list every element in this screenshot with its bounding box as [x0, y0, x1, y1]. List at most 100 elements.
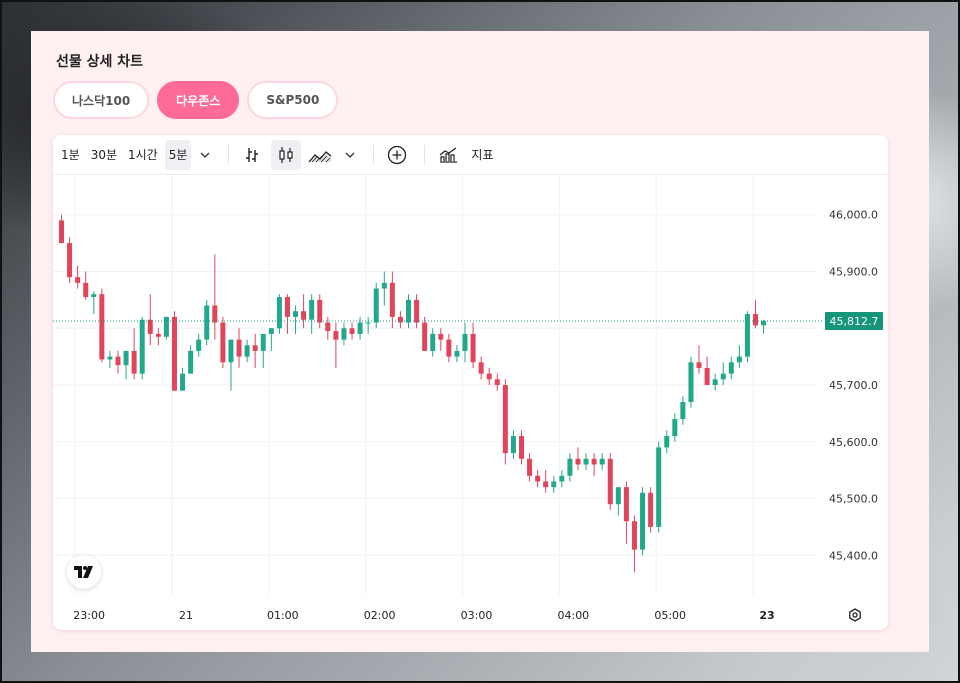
candle-body [551, 481, 557, 488]
candle-body [535, 475, 541, 482]
candle-body [761, 321, 767, 326]
candle-body [688, 362, 694, 403]
interval-30m-button[interactable]: 30분 [87, 140, 121, 170]
candle-body [720, 373, 726, 380]
candle-body [373, 288, 379, 323]
candle-body [131, 350, 137, 374]
candle-body [510, 436, 516, 454]
candle-body [406, 299, 412, 323]
x-tick-label: 03:00 [461, 609, 493, 622]
plus-circle-icon[interactable] [382, 140, 412, 170]
chart-settings-icon[interactable] [845, 605, 865, 625]
candle-body [171, 316, 177, 391]
candle-body [470, 333, 476, 363]
candle-body [139, 319, 145, 374]
chart-widget: 1분 30분 1시간 5분 지표 46,000.0 45,900.0 45,70… [53, 135, 888, 630]
toolbar-divider [373, 144, 375, 165]
candle-body [486, 373, 492, 380]
candlestick-chart[interactable]: 46,000.0 45,900.0 45,700.0 45,600.0 45,500.0… [53, 175, 888, 630]
candle-body [518, 436, 524, 459]
bar-chart-icon[interactable] [237, 140, 267, 170]
y-tick-label: 45,700.0 [829, 379, 878, 392]
candle-body [123, 350, 129, 366]
candle-body [188, 350, 194, 374]
candle-body [712, 379, 718, 385]
candle-body [567, 458, 573, 476]
chevron-down-icon[interactable] [339, 140, 361, 170]
candle-body [99, 294, 105, 360]
candle-body [204, 305, 210, 340]
candle-body [381, 282, 387, 289]
area-chart-icon[interactable] [305, 140, 335, 170]
candle-body [672, 419, 678, 437]
candle-body [753, 314, 759, 326]
current-price-label: 45,812.7 [830, 315, 879, 328]
candle-body [244, 345, 250, 357]
x-tick-label: 04:00 [557, 609, 589, 622]
candle-body [349, 328, 355, 334]
candle-body [502, 385, 508, 454]
candle-body [115, 356, 121, 366]
candle-body [615, 487, 621, 505]
x-tick-label: 21 [179, 609, 193, 622]
candle-body [357, 322, 363, 334]
candle-body [293, 311, 299, 317]
candle-body [83, 282, 89, 298]
candle-body [220, 322, 226, 363]
interval-1m-button[interactable]: 1분 [57, 140, 84, 170]
candle-body [301, 311, 307, 320]
candle-body [559, 475, 565, 482]
y-tick-label: 45,600.0 [829, 436, 878, 449]
page-title: 선물 상세 차트 [56, 54, 144, 70]
candle-body [147, 319, 153, 334]
candle-body [446, 339, 452, 357]
candle-body [631, 521, 637, 550]
candle-body [414, 299, 420, 323]
tab-sp500[interactable]: S&P500 [247, 81, 339, 119]
candle-body [236, 339, 242, 357]
candle-body [422, 322, 428, 351]
candle-body [704, 367, 710, 385]
toolbar-divider [228, 144, 230, 165]
x-tick-label: 05:00 [654, 609, 686, 622]
candle-body [284, 297, 290, 317]
candle-body [260, 333, 266, 351]
candle-body [228, 339, 234, 363]
candle-body [527, 458, 533, 476]
candle-body [462, 333, 468, 351]
candlestick-icon[interactable] [271, 139, 302, 170]
candle-body [309, 299, 315, 320]
candle-body [591, 458, 597, 465]
candle-body [163, 316, 169, 337]
chevron-down-icon[interactable] [194, 140, 216, 170]
candle-body [438, 333, 444, 340]
candle-body [276, 297, 282, 329]
x-tick-label: 23:00 [73, 609, 105, 622]
candle-body [317, 299, 323, 323]
candle-body [728, 362, 734, 374]
candle-body [212, 305, 218, 323]
candle-body [252, 345, 258, 351]
x-tick-label: 01:00 [267, 609, 299, 622]
toolbar-divider [424, 144, 426, 165]
candle-body [656, 447, 662, 527]
candle-body [196, 339, 202, 351]
candle-body [430, 333, 436, 351]
candle-body [680, 402, 686, 420]
tab-nasdaq100[interactable]: 나스닥100 [53, 81, 150, 119]
interval-1h-button[interactable]: 1시간 [124, 140, 162, 170]
candle-body [268, 328, 274, 334]
x-tick-label: 02:00 [364, 609, 396, 622]
y-tick-label: 45,500.0 [829, 493, 878, 506]
candle-body [583, 458, 589, 465]
candle-body [325, 322, 331, 332]
candle-body [640, 492, 646, 550]
tab-dow-jones[interactable]: 다우존스 [157, 81, 240, 119]
candle-body [155, 333, 161, 337]
candle-body [478, 362, 484, 374]
tradingview-logo-icon[interactable] [67, 555, 101, 589]
indicators-button[interactable]: 지표 [467, 140, 497, 170]
indicators-icon[interactable] [433, 140, 463, 170]
interval-5m-button[interactable]: 5분 [164, 139, 192, 170]
candle-body [744, 314, 750, 357]
